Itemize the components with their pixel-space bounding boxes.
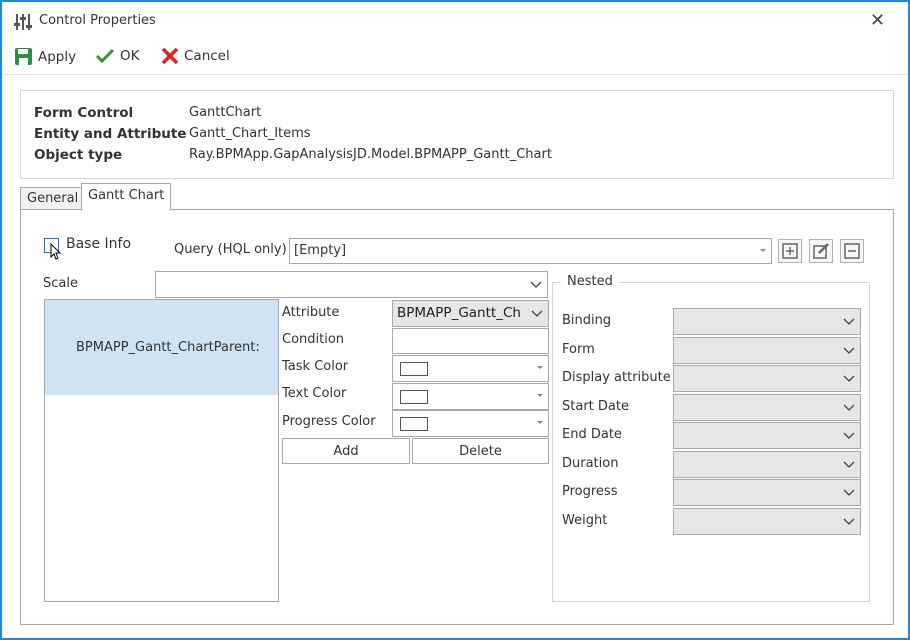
text-color-swatch	[400, 390, 428, 404]
query-dropdown-arrow-icon	[760, 249, 766, 252]
apply-button[interactable]: Apply	[14, 47, 76, 66]
remove-query-button[interactable]	[840, 239, 864, 263]
tab-gantt-chart[interactable]: Gantt Chart	[81, 183, 172, 211]
binding-label: Binding	[562, 313, 612, 328]
start-date-label: Start Date	[562, 399, 629, 414]
form-control-value: GanttChart	[189, 105, 262, 120]
query-label: Query (HQL only)	[174, 242, 287, 257]
cancel-button[interactable]: Cancel	[161, 47, 230, 65]
apply-label: Apply	[38, 48, 77, 65]
display-attribute-label: Display attribute	[562, 370, 671, 385]
checkmark-icon	[95, 48, 115, 64]
form-chevron-down-icon	[843, 347, 855, 354]
form-control-label: Form Control	[34, 105, 134, 121]
progress-color-swatch	[400, 417, 428, 431]
scale-label: Scale	[43, 276, 78, 291]
close-icon[interactable]: ✕	[870, 10, 885, 31]
attribute-chevron-down-icon	[531, 310, 543, 317]
object-type-label: Object type	[34, 147, 123, 163]
text-color-label: Text Color	[282, 386, 347, 401]
task-color-label: Task Color	[282, 359, 349, 374]
text-color-picker[interactable]	[392, 383, 549, 410]
weight-label: Weight	[562, 513, 608, 528]
task-color-dropdown-arrow-icon	[537, 366, 543, 369]
progress-color-label: Progress Color	[282, 414, 376, 429]
start-date-chevron-down-icon	[843, 404, 855, 411]
delete-button-label: Delete	[459, 443, 502, 459]
entity-attribute-label: Entity and Attribute	[34, 126, 187, 142]
control-properties-window: Control Properties ✕ Apply OK Cancel For…	[0, 0, 910, 640]
tree-item-label: BPMAPP_Gantt_ChartParent:	[76, 340, 260, 355]
add-button-label: Add	[333, 443, 359, 459]
nested-group-title: Nested	[561, 274, 619, 289]
display-attribute-combo[interactable]	[673, 365, 861, 392]
tab-general[interactable]: General	[20, 187, 86, 210]
end-date-combo[interactable]	[673, 422, 861, 449]
base-info-label: Base Info	[66, 236, 132, 252]
save-icon	[15, 48, 32, 65]
ok-button[interactable]: OK	[95, 47, 139, 65]
binding-chevron-down-icon	[843, 318, 855, 325]
condition-label: Condition	[282, 332, 345, 347]
add-button[interactable]: Add	[282, 438, 410, 464]
window-title: Control Properties	[39, 13, 156, 28]
progress-color-dropdown-arrow-icon	[537, 421, 543, 424]
gantt-chart-panel: Base Info Query (HQL only) [Empty] Scale…	[20, 209, 894, 625]
attribute-combo[interactable]: BPMAPP_Gantt_Ch	[392, 300, 549, 327]
progress-color-picker[interactable]	[392, 410, 549, 437]
delete-button[interactable]: Delete	[412, 438, 549, 464]
info-box: Form Control GanttChart Entity and Attri…	[20, 90, 894, 179]
weight-chevron-down-icon	[843, 518, 855, 525]
ok-label: OK	[120, 48, 140, 64]
task-color-picker[interactable]	[392, 355, 549, 382]
weight-combo[interactable]	[673, 508, 861, 535]
tree-item-parent[interactable]: BPMAPP_Gantt_ChartParent:	[45, 300, 278, 395]
end-date-chevron-down-icon	[843, 432, 855, 439]
progress-chevron-down-icon	[843, 489, 855, 496]
progress-combo[interactable]	[673, 479, 861, 506]
tab-general-label: General	[27, 191, 79, 206]
end-date-label: End Date	[562, 427, 622, 442]
form-label: Form	[562, 342, 595, 357]
mouse-cursor-icon	[50, 242, 62, 265]
edit-query-button[interactable]	[809, 239, 833, 263]
entity-attribute-value: Gantt_Chart_Items	[189, 126, 311, 141]
query-combo[interactable]: [Empty]	[289, 238, 772, 264]
plus-box-icon	[782, 243, 798, 259]
tab-gantt-chart-label: Gantt Chart	[88, 188, 165, 203]
duration-label: Duration	[562, 456, 619, 471]
display-attribute-chevron-down-icon	[843, 375, 855, 382]
duration-combo[interactable]	[673, 451, 861, 478]
add-query-button[interactable]	[778, 239, 802, 263]
query-value: [Empty]	[294, 243, 347, 258]
object-type-value: Ray.BPMApp.GapAnalysisJD.Model.BPMAPP_Ga…	[189, 147, 552, 162]
text-color-dropdown-arrow-icon	[537, 394, 543, 397]
minus-box-icon	[844, 243, 860, 259]
toolbar-divider	[2, 74, 908, 75]
start-date-combo[interactable]	[673, 394, 861, 421]
cancel-x-icon	[161, 47, 179, 65]
binding-combo[interactable]	[673, 308, 861, 335]
task-color-swatch	[400, 362, 428, 376]
attribute-label: Attribute	[282, 305, 340, 320]
form-combo[interactable]	[673, 337, 861, 364]
scale-chevron-down-icon	[530, 281, 542, 288]
duration-chevron-down-icon	[843, 461, 855, 468]
cancel-label: Cancel	[184, 48, 230, 64]
progress-label: Progress	[562, 484, 618, 499]
nested-group: Nested Binding Form Display attribute St…	[552, 274, 870, 602]
condition-input[interactable]	[392, 328, 549, 354]
hierarchy-tree[interactable]: BPMAPP_Gantt_ChartParent:	[44, 299, 279, 602]
properties-icon	[13, 12, 33, 32]
attribute-value: BPMAPP_Gantt_Ch	[397, 305, 521, 321]
edit-icon	[813, 243, 829, 259]
scale-combo[interactable]	[155, 271, 548, 298]
